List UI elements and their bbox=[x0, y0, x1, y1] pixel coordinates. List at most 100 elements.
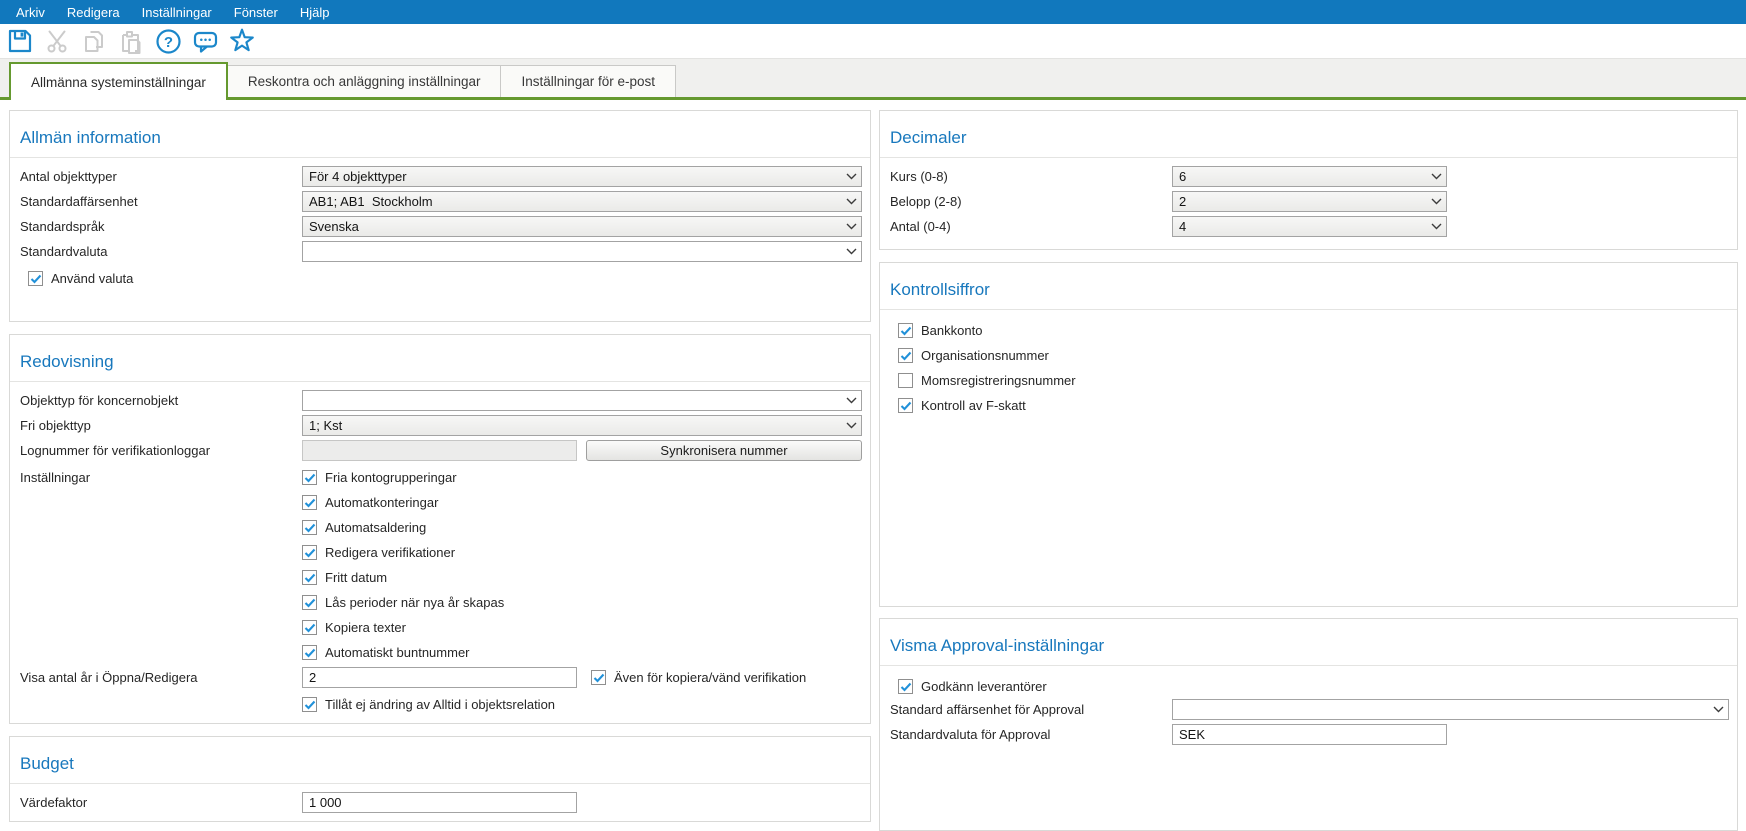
anvand-valuta-checkbox[interactable] bbox=[28, 271, 43, 286]
save-button[interactable] bbox=[6, 27, 34, 55]
chevron-down-icon bbox=[1431, 173, 1442, 180]
copy-icon bbox=[85, 31, 103, 52]
panel-redovisning: Redovisning Objekttyp för koncernobjekt … bbox=[9, 334, 871, 724]
menu-bar: Arkiv Redigera Inställningar Fönster Hjä… bbox=[0, 0, 1746, 24]
system-settings-window: Arkiv Redigera Inställningar Fönster Hjä… bbox=[0, 0, 1746, 831]
automatsaldering-checkbox[interactable] bbox=[302, 520, 317, 535]
standardvaluta-approval-input[interactable] bbox=[1172, 724, 1447, 745]
checkbox-label: Momsregistreringsnummer bbox=[921, 373, 1076, 388]
field-row: Antal objekttyper För 4 objekttyper bbox=[20, 166, 862, 187]
checkmark-icon bbox=[304, 473, 315, 483]
checkbox-label: Fria kontogrupperingar bbox=[325, 470, 457, 485]
automatiskt-buntnummer-checkbox[interactable] bbox=[302, 645, 317, 660]
aven-for-kopiera-checkbox[interactable] bbox=[591, 670, 606, 685]
checkbox-row: Inställningar Fria kontogrupperingar bbox=[20, 465, 862, 490]
kontroll-av-f-skatt-checkbox[interactable] bbox=[898, 398, 913, 413]
belopp-decimaler-select[interactable]: 2 bbox=[1172, 191, 1447, 212]
field-label: Standardaffärsenhet bbox=[20, 194, 138, 209]
checkbox-row: Tillåt ej ändring av Alltid i objektsrel… bbox=[20, 692, 862, 717]
checkbox-row: Redigera verifikationer bbox=[20, 540, 862, 565]
visa-antal-ar-input[interactable] bbox=[302, 667, 577, 688]
tab-strip: Allmänna systeminställningar Reskontra o… bbox=[0, 59, 1746, 100]
chevron-down-icon bbox=[846, 173, 857, 180]
help-button[interactable]: ? bbox=[154, 27, 182, 55]
paste-icon bbox=[122, 31, 141, 54]
chevron-down-icon bbox=[846, 422, 857, 429]
vardefaktor-input[interactable] bbox=[302, 792, 577, 813]
field-label: Standardvaluta för Approval bbox=[890, 727, 1051, 742]
checkmark-icon bbox=[304, 700, 315, 710]
fria-kontogrupperingar-checkbox[interactable] bbox=[302, 470, 317, 485]
field-row: Kurs (0-8) 6 bbox=[890, 166, 1729, 187]
checkbox-row: Organisationsnummer bbox=[890, 343, 1729, 368]
kurs-decimaler-select[interactable]: 6 bbox=[1172, 166, 1447, 187]
menu-item-arkiv[interactable]: Arkiv bbox=[5, 0, 56, 24]
menu-item-installningar[interactable]: Inställningar bbox=[131, 0, 223, 24]
standardaffarsenhet-select[interactable]: AB1; AB1 Stockholm bbox=[302, 191, 862, 212]
momsregistreringsnummer-checkbox[interactable] bbox=[898, 373, 913, 388]
antal-decimaler-select[interactable]: 4 bbox=[1172, 216, 1447, 237]
godkann-leverantorer-checkbox[interactable] bbox=[898, 679, 913, 694]
fri-objekttyp-select[interactable]: 1; Kst bbox=[302, 415, 862, 436]
bankkonto-checkbox[interactable] bbox=[898, 323, 913, 338]
automatkonteringar-checkbox[interactable] bbox=[302, 495, 317, 510]
section-title-decimaler: Decimaler bbox=[880, 111, 1737, 158]
checkmark-icon bbox=[304, 648, 315, 658]
field-row: Standardspråk Svenska bbox=[20, 216, 862, 237]
organisationsnummer-checkbox[interactable] bbox=[898, 348, 913, 363]
antal-objekttyper-select[interactable]: För 4 objekttyper bbox=[302, 166, 862, 187]
field-row: Fri objekttyp 1; Kst bbox=[20, 415, 862, 436]
menu-item-fonster[interactable]: Fönster bbox=[223, 0, 289, 24]
standardvaluta-select[interactable] bbox=[302, 241, 862, 262]
menu-item-hjalp[interactable]: Hjälp bbox=[289, 0, 341, 24]
field-row: Standardvaluta för Approval bbox=[890, 724, 1729, 745]
checkbox-label: Organisationsnummer bbox=[921, 348, 1049, 363]
checkbox-label: Fritt datum bbox=[325, 570, 388, 585]
checkbox-label: Använd valuta bbox=[51, 271, 134, 286]
tab-allmanna-systeminstallningar[interactable]: Allmänna systeminställningar bbox=[9, 62, 228, 100]
checkbox-label: Tillåt ej ändring av Alltid i objektsrel… bbox=[325, 697, 556, 712]
las-perioder-checkbox[interactable] bbox=[302, 595, 317, 610]
checkmark-icon bbox=[900, 682, 911, 692]
checkbox-row: Kopiera texter bbox=[20, 615, 862, 640]
chevron-down-icon bbox=[1431, 198, 1442, 205]
svg-text:?: ? bbox=[163, 34, 172, 51]
standard-affarsenhet-approval-select[interactable] bbox=[1172, 699, 1729, 720]
field-row: Standard affärsenhet för Approval bbox=[890, 699, 1729, 720]
checkmark-icon bbox=[304, 548, 315, 558]
paste-button bbox=[117, 27, 145, 55]
field-row: Antal (0-4) 4 bbox=[890, 216, 1729, 237]
select-value: 2 bbox=[1179, 194, 1187, 209]
cut-icon bbox=[47, 30, 67, 53]
menu-item-redigera[interactable]: Redigera bbox=[56, 0, 131, 24]
field-label: Objekttyp för koncernobjekt bbox=[20, 393, 179, 408]
checkbox-row: Fritt datum bbox=[20, 565, 862, 590]
favorite-star-icon bbox=[230, 28, 254, 52]
checkmark-icon bbox=[304, 598, 315, 608]
checkmark-icon bbox=[900, 401, 911, 411]
synkronisera-nummer-button[interactable]: Synkronisera nummer bbox=[586, 440, 862, 461]
objekttyp-koncernobjekt-select[interactable] bbox=[302, 390, 862, 411]
tab-reskontra-och-anlaggning[interactable]: Reskontra och anläggning inställningar bbox=[226, 65, 502, 97]
redigera-verifikationer-checkbox[interactable] bbox=[302, 545, 317, 560]
fritt-datum-checkbox[interactable] bbox=[302, 570, 317, 585]
field-label: Lognummer för verifikationloggar bbox=[20, 443, 211, 458]
checkmark-icon bbox=[593, 673, 604, 683]
field-label: Inställningar bbox=[20, 470, 91, 485]
kopiera-texter-checkbox[interactable] bbox=[302, 620, 317, 635]
checkbox-label: Automatsaldering bbox=[325, 520, 427, 535]
field-label: Standard affärsenhet för Approval bbox=[890, 702, 1085, 717]
field-label: Standardspråk bbox=[20, 219, 105, 234]
favorite-button[interactable] bbox=[228, 27, 256, 55]
chevron-down-icon bbox=[1713, 706, 1724, 713]
tillat-ej-andring-checkbox[interactable] bbox=[302, 697, 317, 712]
tab-installningar-for-epost[interactable]: Inställningar för e-post bbox=[500, 65, 677, 97]
panel-decimaler: Decimaler Kurs (0-8) 6 Belopp (2-8) 2 An… bbox=[879, 110, 1738, 250]
section-title-allman-information: Allmän information bbox=[10, 111, 870, 158]
checkmark-icon bbox=[304, 573, 315, 583]
standardsprak-select[interactable]: Svenska bbox=[302, 216, 862, 237]
comments-button[interactable] bbox=[191, 27, 219, 55]
field-label: Visa antal år i Öppna/Redigera bbox=[20, 670, 198, 685]
field-row: Standardvaluta bbox=[20, 241, 862, 262]
select-value: Svenska bbox=[309, 219, 359, 234]
